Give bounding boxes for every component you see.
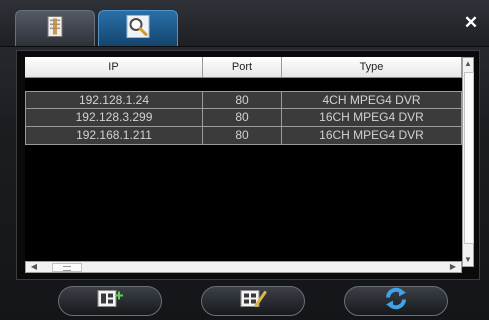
cell-type: 16CH MPEG4 DVR (282, 127, 462, 144)
search-dialog: ✕ IP Port Type 192.128.1.24 80 4CH MPEG4… (0, 0, 489, 320)
refresh-button[interactable] (344, 286, 448, 316)
vertical-scrollbar[interactable]: ▲ ▼ (462, 57, 474, 267)
device-panel: IP Port Type 192.128.1.24 80 4CH MPEG4 D… (16, 50, 480, 280)
scroll-down-icon[interactable]: ▼ (463, 254, 473, 266)
cell-port: 80 (203, 109, 282, 126)
device-list-icon (45, 15, 65, 42)
table-header: IP Port Type (25, 57, 462, 78)
device-table: IP Port Type 192.128.1.24 80 4CH MPEG4 D… (25, 57, 462, 267)
refresh-icon (384, 287, 408, 315)
tab-search[interactable] (98, 10, 178, 46)
cell-port: 80 (203, 92, 282, 109)
scroll-left-icon[interactable]: ◀ (28, 262, 40, 272)
table-row[interactable]: 192.128.3.299 80 16CH MPEG4 DVR (25, 109, 462, 127)
table-body: 192.128.1.24 80 4CH MPEG4 DVR 192.128.3.… (25, 91, 462, 145)
edit-device-icon (238, 288, 268, 315)
table-row[interactable]: 192.128.1.24 80 4CH MPEG4 DVR (25, 91, 462, 109)
tab-device-list[interactable] (15, 10, 95, 46)
table-row[interactable]: 192.168.1.211 80 16CH MPEG4 DVR (25, 127, 462, 145)
add-device-button[interactable] (58, 286, 162, 316)
close-icon[interactable]: ✕ (463, 14, 479, 31)
horizontal-scrollbar[interactable]: ◀ ▶ (25, 261, 462, 273)
tab-bar: ✕ (0, 0, 489, 47)
scroll-right-icon[interactable]: ▶ (447, 262, 459, 272)
cell-ip: 192.128.1.24 (25, 92, 203, 109)
cell-type: 4CH MPEG4 DVR (282, 92, 462, 109)
edit-device-button[interactable] (201, 286, 305, 316)
cell-ip: 192.168.1.211 (25, 127, 203, 144)
add-device-icon (95, 288, 125, 315)
action-bar (0, 280, 489, 320)
column-header-type[interactable]: Type (282, 57, 462, 77)
horizontal-scroll-thumb[interactable] (52, 263, 82, 272)
search-icon (126, 14, 150, 43)
cell-port: 80 (203, 127, 282, 144)
cell-ip: 192.128.3.299 (25, 109, 203, 126)
scroll-up-icon[interactable]: ▲ (463, 58, 473, 70)
column-header-port[interactable]: Port (203, 57, 282, 77)
column-header-ip[interactable]: IP (25, 57, 203, 77)
cell-type: 16CH MPEG4 DVR (282, 109, 462, 126)
vertical-scroll-thumb[interactable] (464, 72, 474, 244)
